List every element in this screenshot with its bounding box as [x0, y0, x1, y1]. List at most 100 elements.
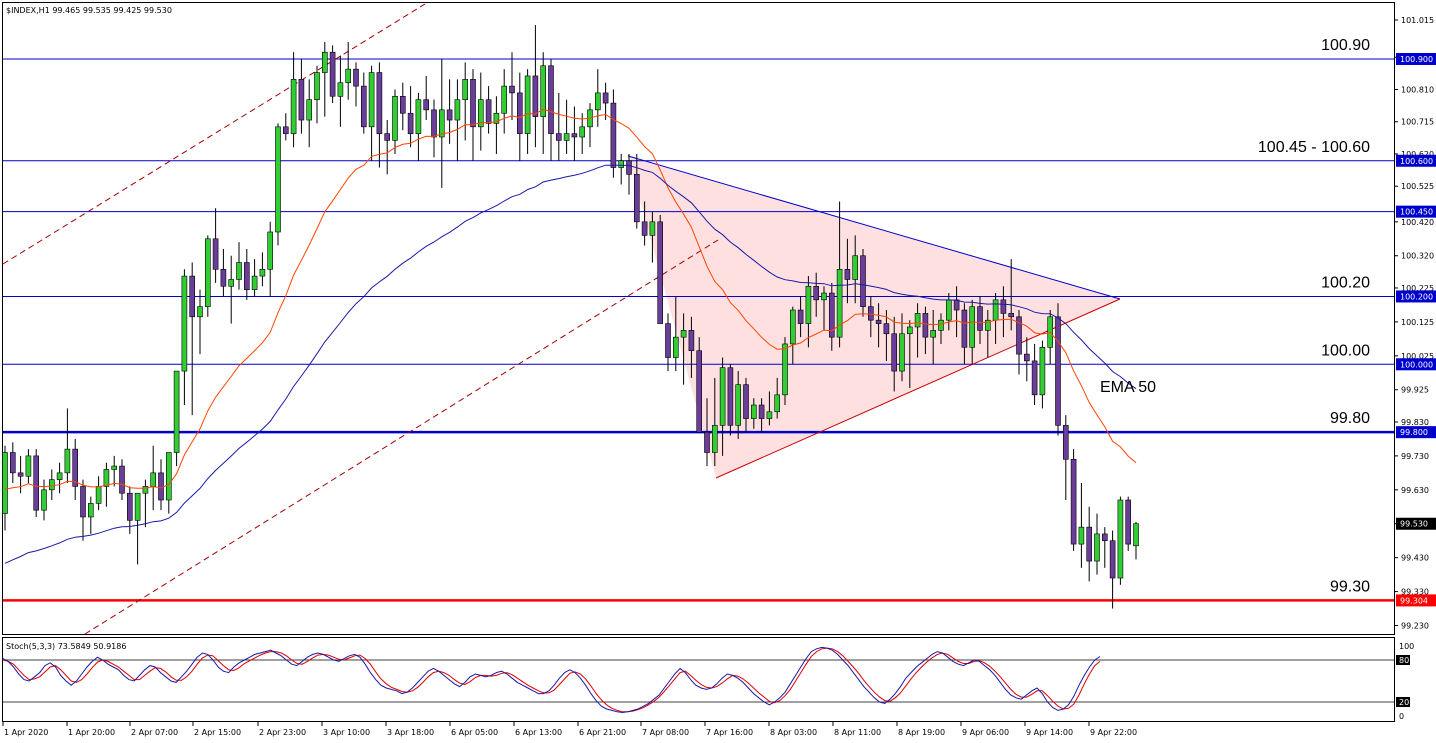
candle — [329, 45, 336, 104]
candle-body — [641, 221, 648, 236]
candle-body — [392, 95, 398, 141]
candle — [173, 370, 180, 467]
candle-body — [470, 79, 476, 128]
candle — [275, 123, 281, 246]
candle-body — [329, 51, 336, 97]
candle-body — [33, 455, 40, 511]
candle-body — [906, 326, 913, 335]
candle-body — [657, 221, 664, 324]
level-price-tag-text: 99.800 — [1400, 428, 1428, 437]
candle-body — [103, 469, 110, 487]
candle-body — [462, 79, 469, 100]
candle-body — [1063, 425, 1069, 460]
x-tick-label: 9 Apr 22:00 — [1090, 728, 1137, 737]
candle-body — [17, 472, 24, 477]
candle-body — [548, 65, 554, 134]
candle-body — [236, 262, 242, 280]
candle-body — [610, 102, 617, 168]
candle-body — [836, 269, 843, 338]
x-tick-label: 9 Apr 06:00 — [962, 728, 1009, 737]
level-price-tag-text: 100.600 — [1400, 157, 1433, 166]
candle-body — [961, 309, 968, 348]
y-tick-label: 101.015 — [1401, 16, 1434, 25]
candle-body — [290, 79, 297, 134]
candle-body — [821, 292, 827, 301]
y-tick-label: 99.925 — [1401, 386, 1429, 395]
candle-body — [750, 404, 757, 419]
candle-body — [805, 285, 812, 324]
candle-body — [431, 109, 437, 138]
stoch-level-label: 0 — [1399, 712, 1404, 721]
x-tick-label: 2 Apr 07:00 — [131, 728, 178, 737]
y-tick-label: 99.230 — [1401, 622, 1429, 631]
candle-body — [860, 255, 866, 307]
y-tick-label: 100.420 — [1401, 218, 1434, 227]
candle-body — [454, 99, 461, 121]
candle-body — [883, 323, 890, 335]
candle-body — [774, 394, 781, 413]
candle-body — [275, 126, 281, 233]
candle-body — [48, 479, 55, 491]
candle-body — [64, 448, 71, 474]
candle-body — [727, 367, 734, 426]
candle-body — [1086, 526, 1092, 562]
candle-body — [501, 85, 508, 114]
candle-body — [602, 92, 609, 104]
candle-body — [633, 174, 640, 223]
candle-body — [922, 313, 929, 338]
y-tick-label: 100.810 — [1401, 86, 1434, 95]
candle-body — [852, 255, 859, 280]
candle — [205, 235, 211, 317]
level-label: 100.20 — [1321, 274, 1370, 291]
candle-body — [267, 231, 274, 270]
candle-body — [1024, 353, 1030, 362]
candle-body — [719, 367, 726, 426]
candle-body — [758, 404, 765, 419]
level-label: 100.00 — [1321, 342, 1370, 359]
candle-body — [626, 160, 632, 175]
y-tick-label: 100.320 — [1401, 252, 1434, 261]
candle-body — [134, 492, 141, 521]
x-tick-label: 8 Apr 19:00 — [898, 728, 945, 737]
candle-body — [524, 75, 531, 134]
candle-body — [415, 99, 422, 134]
candle-body — [423, 99, 430, 111]
candle-body — [555, 133, 562, 141]
candle-body — [337, 82, 344, 97]
y-tick-label: 99.430 — [1401, 554, 1429, 563]
candle-body — [181, 275, 188, 372]
chart-header: $INDEX,H1 99.465 99.535 99.425 99.530 — [6, 6, 172, 15]
candle — [860, 248, 866, 317]
candle-body — [158, 472, 164, 501]
candle-body — [173, 370, 180, 453]
candle-body — [797, 309, 804, 324]
candle-body — [407, 112, 414, 134]
x-tick-label: 6 Apr 13:00 — [515, 728, 562, 737]
candle-body — [618, 160, 625, 168]
candle-body — [220, 269, 227, 287]
x-tick-label: 7 Apr 16:00 — [706, 728, 753, 737]
candle — [657, 215, 664, 324]
candle-body — [1102, 533, 1108, 542]
y-tick-label: 100.715 — [1401, 118, 1434, 127]
candle-body — [743, 384, 749, 419]
candle-body — [649, 221, 656, 236]
level-label: 99.80 — [1330, 410, 1370, 427]
candle-body — [899, 333, 905, 372]
candle-body — [571, 133, 578, 138]
candle-body — [891, 333, 898, 372]
candle-body — [704, 431, 710, 453]
candle-body — [345, 68, 352, 84]
price-chart[interactable]: 100.90 100.45 - 100.60 100.20 100.00 99.80 99… — [0, 0, 1436, 743]
level-price-tag-text: 100.200 — [1400, 292, 1433, 301]
candle-body — [930, 330, 937, 338]
x-tick-label: 3 Apr 18:00 — [387, 728, 434, 737]
candle-body — [532, 75, 539, 117]
stoch-level-label: 20 — [1399, 698, 1409, 707]
candle-body — [844, 269, 851, 280]
candle-body — [1000, 299, 1007, 314]
level-label: 99.30 — [1330, 578, 1370, 595]
candle-body — [1039, 347, 1046, 396]
candle — [1070, 449, 1077, 551]
candle-body — [672, 336, 679, 358]
